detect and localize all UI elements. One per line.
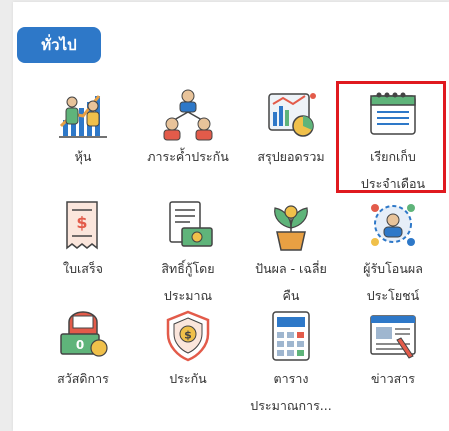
item-label: ภาระค้ำประกัน xyxy=(147,149,229,164)
dashboard-chart-icon xyxy=(268,93,316,137)
item-label: ข่าวสาร xyxy=(371,371,415,386)
tab-general[interactable]: ทั่วไป xyxy=(17,27,101,63)
item-label: หุ้น xyxy=(74,149,92,164)
menu-item-news[interactable]: ข่าวสาร xyxy=(340,308,446,391)
insurance-shield-icon: $ xyxy=(166,310,210,362)
menu-item-receipt[interactable]: $ ใบเสร็จ xyxy=(30,198,136,281)
menu-item-balance-summary[interactable]: สรุปยอดรวม xyxy=(238,86,344,169)
item-label-line2: ประมาณ xyxy=(163,288,213,303)
item-label: ใบเสร็จ xyxy=(63,261,103,276)
menu-item-insurance[interactable]: $ ประกัน xyxy=(135,308,241,391)
beneficiary-icon xyxy=(371,204,415,246)
loan-rights-icon xyxy=(169,201,213,247)
item-label: ประกัน xyxy=(169,371,207,386)
item-label: สวัสดิการ xyxy=(57,371,109,386)
news-icon xyxy=(370,315,416,359)
stock-investor-icon xyxy=(59,95,107,138)
highlight-box xyxy=(336,81,446,193)
item-label: ผู้รับโอนผล xyxy=(363,261,423,276)
menu-item-beneficiary[interactable]: ผู้รับโอนผล ประโยชน์ xyxy=(340,198,446,308)
welfare-money-icon: 0 xyxy=(60,311,108,357)
item-label-line2: ประมาณการ... xyxy=(250,398,332,413)
menu-item-guarantee-fee[interactable]: ภาระค้ำประกัน xyxy=(135,86,241,169)
svg-text:$: $ xyxy=(184,329,192,342)
guarantee-people-icon xyxy=(163,89,213,141)
menu-item-estimate-table[interactable]: ตาราง ประมาณการ... xyxy=(238,308,344,418)
menu-item-dividend-average-return[interactable]: ปันผล - เฉลี่ย คืน xyxy=(238,198,344,308)
item-label-line2: คืน xyxy=(282,288,300,303)
menu-item-stocks[interactable]: หุ้น xyxy=(30,86,136,169)
svg-text:$: $ xyxy=(76,213,87,232)
item-label: สรุปยอดรวม xyxy=(257,149,325,164)
menu-item-welfare[interactable]: 0 สวัสดิการ xyxy=(30,308,136,391)
item-label: ปันผล - เฉลี่ย xyxy=(255,261,327,276)
item-label-line2: ประโยชน์ xyxy=(366,288,420,303)
receipt-icon: $ xyxy=(66,201,98,250)
menu-item-estimated-loan-rights[interactable]: สิทธิ์กู้โดย ประมาณ xyxy=(135,198,241,308)
calculator-icon xyxy=(272,311,310,361)
item-label: สิทธิ์กู้โดย xyxy=(161,261,215,276)
item-label: ตาราง xyxy=(273,371,309,386)
svg-text:0: 0 xyxy=(76,338,84,352)
dividend-plant-icon xyxy=(274,205,308,251)
